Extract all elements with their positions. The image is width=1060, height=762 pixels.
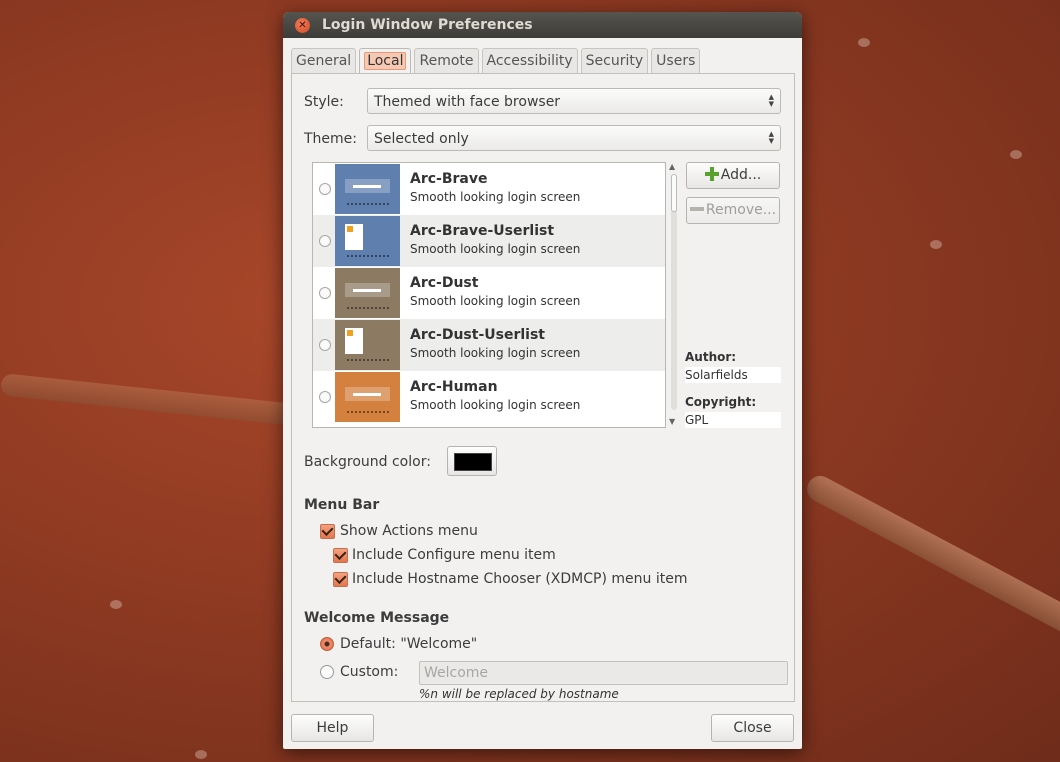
custom-welcome-input[interactable]: Welcome [419, 661, 788, 685]
wallpaper-flake [110, 600, 122, 609]
local-tab-panel: Style: Themed with face browser ▲ ▼ Theme… [291, 73, 795, 702]
theme-row[interactable]: Arc-Dust-Userlist Smooth looking login s… [313, 319, 665, 371]
wallpaper-flake [930, 240, 942, 249]
menu-bar-heading: Menu Bar [304, 497, 380, 513]
copyright-label: Copyright: [685, 395, 757, 409]
theme-name: Arc-Human [410, 379, 498, 395]
scroll-thumb[interactable] [671, 174, 677, 212]
updown-icon: ▲ ▼ [768, 93, 774, 108]
copyright-value: GPL [685, 412, 781, 428]
show-actions-checkbox[interactable] [320, 524, 335, 539]
welcome-custom-radio[interactable] [320, 665, 334, 679]
style-label: Style: [304, 94, 344, 110]
theme-preview-thumbnail [335, 320, 400, 370]
theme-radio[interactable] [319, 183, 331, 195]
include-configure-label: Include Configure menu item [352, 547, 556, 563]
preferences-window: ✕ Login Window Preferences General Local… [283, 12, 802, 749]
theme-description: Smooth looking login screen [410, 398, 581, 412]
theme-radio[interactable] [319, 235, 331, 247]
background-color-label: Background color: [304, 454, 431, 470]
scroll-down-icon[interactable]: ▼ [669, 417, 675, 426]
author-value: Solarfields [685, 367, 781, 383]
theme-preview-thumbnail [335, 268, 400, 318]
theme-select-value: Selected only [374, 131, 469, 147]
scroll-track[interactable] [671, 174, 677, 410]
theme-name: Arc-Dust-Userlist [410, 327, 545, 343]
style-select[interactable]: Themed with face browser ▲ ▼ [367, 88, 781, 114]
theme-list-scrollbar[interactable]: ▲ ▼ [668, 162, 680, 426]
theme-list[interactable]: Arc-Brave Smooth looking login screen Ar… [312, 162, 666, 428]
remove-theme-label: Remove... [705, 202, 777, 218]
tab-general[interactable]: General [291, 48, 357, 73]
color-swatch [454, 453, 492, 471]
theme-description: Smooth looking login screen [410, 294, 581, 308]
remove-theme-button[interactable]: Remove... [686, 197, 780, 224]
include-hostname-label: Include Hostname Chooser (XDMCP) menu it… [352, 571, 688, 587]
theme-radio[interactable] [319, 287, 331, 299]
tab-remote[interactable]: Remote [414, 48, 479, 73]
tab-local-label: Local [364, 52, 407, 70]
tab-local[interactable]: Local [359, 48, 412, 73]
theme-radio[interactable] [319, 339, 331, 351]
add-theme-button[interactable]: Add... [686, 162, 780, 189]
theme-name: Arc-Brave-Userlist [410, 223, 555, 239]
tab-bar: General Local Remote Accessibility Secur… [291, 48, 703, 73]
close-button[interactable]: Close [711, 714, 794, 742]
welcome-hint: %n will be replaced by hostname [419, 687, 619, 701]
theme-row[interactable]: Arc-Brave Smooth looking login screen [313, 163, 665, 215]
author-label: Author: [685, 350, 737, 364]
tab-security[interactable]: Security [580, 48, 649, 73]
theme-row[interactable]: Arc-Brave-Userlist Smooth looking login … [313, 215, 665, 267]
welcome-custom-label: Custom: [340, 664, 399, 680]
welcome-message-heading: Welcome Message [304, 610, 450, 626]
theme-description: Smooth looking login screen [410, 242, 581, 256]
window-close-icon[interactable]: ✕ [295, 17, 310, 33]
welcome-default-label: Default: "Welcome" [340, 636, 478, 652]
help-button[interactable]: Help [291, 714, 374, 742]
window-title: Login Window Preferences [322, 17, 533, 33]
welcome-default-radio[interactable] [320, 637, 334, 651]
theme-description: Smooth looking login screen [410, 346, 581, 360]
title-bar: ✕ Login Window Preferences [283, 12, 802, 38]
tab-users[interactable]: Users [651, 48, 701, 73]
theme-row[interactable]: Arc-Human Smooth looking login screen [313, 371, 665, 423]
theme-description: Smooth looking login screen [410, 190, 581, 204]
include-hostname-checkbox[interactable] [333, 572, 348, 587]
theme-row[interactable]: Arc-Dust Smooth looking login screen [313, 267, 665, 319]
theme-preview-thumbnail [335, 372, 400, 422]
minus-icon [689, 207, 704, 211]
theme-preview-thumbnail [335, 164, 400, 214]
style-select-value: Themed with face browser [374, 94, 561, 110]
include-configure-checkbox[interactable] [333, 548, 348, 563]
theme-name: Arc-Brave [410, 171, 488, 187]
add-theme-label: Add... [720, 167, 762, 183]
theme-preview-thumbnail [335, 216, 400, 266]
theme-label: Theme: [304, 131, 358, 147]
wallpaper-branch [802, 471, 1060, 645]
theme-radio[interactable] [319, 391, 331, 403]
background-color-button[interactable] [447, 446, 497, 476]
wallpaper-flake [858, 38, 870, 47]
wallpaper-flake [195, 750, 207, 759]
plus-icon [704, 167, 719, 181]
updown-icon: ▲ ▼ [768, 130, 774, 145]
scroll-up-icon[interactable]: ▲ [669, 162, 675, 171]
show-actions-label: Show Actions menu [340, 523, 478, 539]
theme-select[interactable]: Selected only ▲ ▼ [367, 125, 781, 151]
tab-accessibility[interactable]: Accessibility [481, 48, 578, 73]
wallpaper-flake [1010, 150, 1022, 159]
theme-name: Arc-Dust [410, 275, 479, 291]
